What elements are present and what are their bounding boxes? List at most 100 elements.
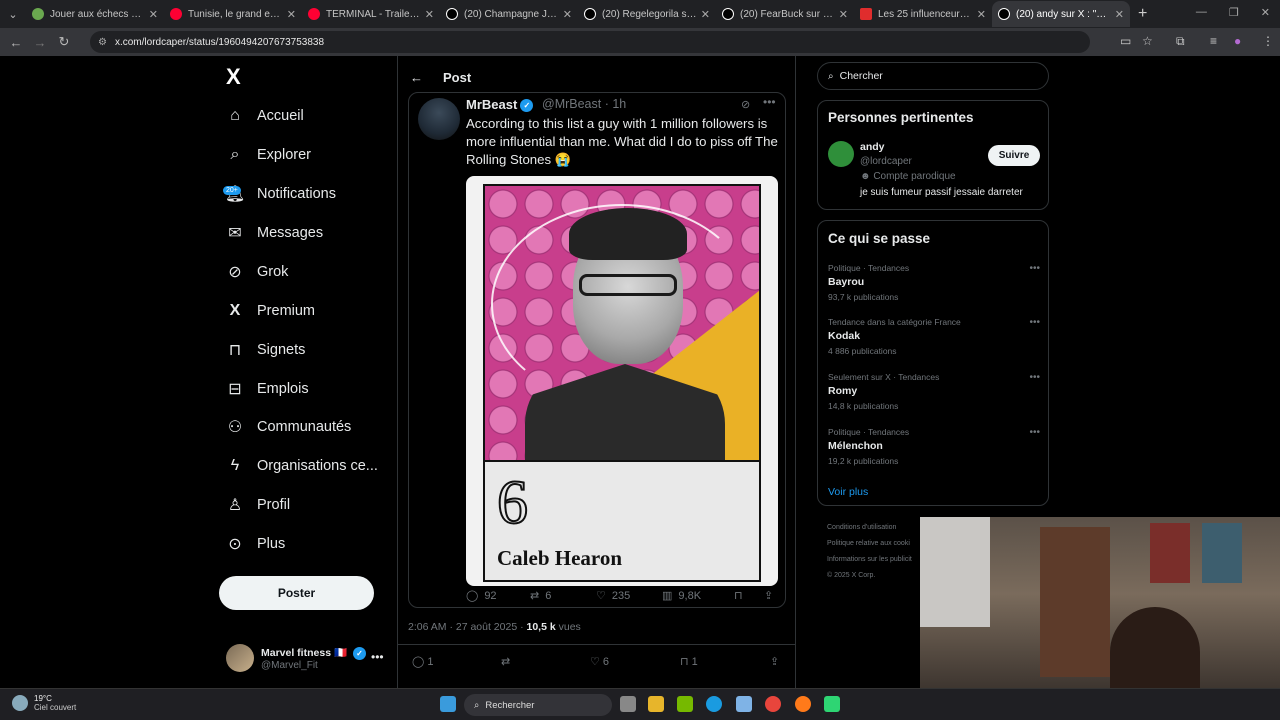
footer-link[interactable]: Conditions d'utilisation — [827, 520, 927, 536]
like-button[interactable]: ♡ 6 — [590, 655, 609, 668]
post-button[interactable]: Poster — [219, 576, 374, 610]
nav-item-grok[interactable]: ⊘ Grok — [226, 257, 288, 287]
nav-item-jobs[interactable]: ⊟ Emplois — [226, 374, 308, 404]
nav-item-profile[interactable]: ♙ Profil — [226, 490, 290, 520]
window-close-icon[interactable]: ✕ — [1261, 6, 1270, 19]
media-control-icon[interactable]: ≡ — [1210, 34, 1217, 48]
tweet[interactable]: MrBeast ✓ @MrBeast · 1h ⊘ ••• According t… — [408, 92, 786, 608]
store-icon[interactable] — [736, 696, 752, 712]
browser-tab[interactable]: Jouer aux échecs en ligne✕ — [26, 1, 164, 27]
trend-item[interactable]: Politique · Tendances Bayrou 93,7 k publ… — [828, 263, 1040, 302]
tweet-author-name[interactable]: MrBeast ✓ — [466, 97, 534, 113]
footer-link[interactable]: Informations sur les publicit — [827, 552, 927, 568]
back-arrow-icon[interactable]: ← — [4, 35, 28, 50]
more-icon[interactable]: ••• — [763, 95, 776, 109]
edge-icon[interactable] — [706, 696, 722, 712]
browser-tab[interactable]: (20) FearBuck sur X : "Top✕ — [716, 1, 854, 27]
search-icon: ⌕ — [230, 146, 240, 163]
tab-favicon-icon — [722, 8, 734, 20]
nav-item-communities[interactable]: ⚇ Communautés — [226, 412, 351, 442]
search-input[interactable]: ⌕ Chercher — [817, 62, 1049, 90]
taskbar-search[interactable]: ⌕ Rechercher — [464, 694, 612, 716]
close-icon[interactable]: ✕ — [563, 8, 572, 21]
app-icon[interactable] — [824, 696, 840, 712]
follow-button[interactable]: Suivre — [988, 145, 1040, 166]
see-more-link[interactable]: Voir plus — [828, 486, 868, 498]
profile-avatar-icon[interactable]: ● — [1234, 34, 1241, 48]
tab-search-icon[interactable]: ⌄ — [0, 0, 26, 28]
close-icon[interactable]: ✕ — [701, 8, 710, 21]
reply-button[interactable]: ◯ 1 — [412, 655, 434, 668]
views-button[interactable]: ▥ 9,8K — [662, 589, 734, 603]
avatar[interactable] — [828, 141, 854, 167]
avatar[interactable] — [418, 98, 460, 140]
share-button[interactable]: ⇪ — [770, 655, 779, 668]
nav-item-notifications[interactable]: 🔔︎20+Notifications — [223, 179, 336, 209]
user-name[interactable]: andy — [860, 141, 885, 153]
browser-tab[interactable]: Les 25 influenceurs et cré✕ — [854, 1, 992, 27]
tweet-author-handle[interactable]: @MrBeast · 1h — [542, 97, 626, 111]
more-icon[interactable]: ••• — [1029, 317, 1040, 328]
more-icon[interactable]: ••• — [1029, 427, 1040, 438]
close-icon[interactable]: ✕ — [1115, 8, 1124, 21]
footer-link[interactable]: Politique relative aux cooki — [827, 536, 927, 552]
user-handle[interactable]: @lordcaper — [860, 156, 912, 167]
tab-favicon-icon — [308, 8, 320, 20]
minimize-icon[interactable]: — — [1196, 6, 1207, 19]
file-explorer-icon[interactable] — [648, 696, 664, 712]
nvidia-icon[interactable] — [677, 696, 693, 712]
trend-item[interactable]: Politique · Tendances Mélenchon 19,2 k p… — [828, 427, 1040, 466]
close-icon[interactable]: ✕ — [425, 8, 434, 21]
install-app-icon[interactable]: ▭ — [1120, 34, 1131, 48]
nav-item-explore[interactable]: ⌕ Explorer — [226, 140, 311, 170]
url-field[interactable]: ⚙ x.com/lordcaper/status/196049420767375… — [90, 31, 1090, 53]
start-icon[interactable] — [440, 696, 456, 712]
section-title: Ce qui se passe — [828, 231, 931, 246]
nav-item-premium[interactable]: X Premium — [226, 296, 315, 326]
browser-menu-icon[interactable]: ⋮ — [1262, 34, 1274, 48]
nav-item-messages[interactable]: ✉ Messages — [226, 218, 323, 248]
browser-tab[interactable]: TERMINAL - Trailer Offici✕ — [302, 1, 440, 27]
more-icon[interactable]: ••• — [1029, 372, 1040, 383]
close-icon[interactable]: ✕ — [287, 8, 296, 21]
browser-tab-active[interactable]: (20) andy sur X : "@regel✕ — [992, 1, 1130, 27]
home-icon: ⌂ — [230, 107, 240, 124]
nav-item-home[interactable]: ⌂ Accueil — [226, 101, 304, 131]
nav-item-more[interactable]: ⊙ Plus — [226, 529, 285, 559]
more-icon[interactable]: ••• — [1029, 263, 1040, 274]
account-switcher[interactable]: Marvel fitness 🇫🇷 ✓ @Marvel_Fit ••• — [226, 644, 386, 676]
browser-tab[interactable]: (20) Regelegorila sur X : "✕ — [578, 1, 716, 27]
trend-item[interactable]: Seulement sur X · Tendances Romy 14,8 k … — [828, 372, 1040, 411]
grok-icon[interactable]: ⊘ — [741, 98, 750, 111]
x-logo-icon[interactable]: X — [226, 64, 241, 90]
reply-button[interactable]: ◯ 92 — [466, 589, 530, 603]
repost-button[interactable]: ⇄ 6 — [530, 589, 596, 603]
browser-tab[interactable]: (20) Champagne Joshi sur✕ — [440, 1, 578, 27]
extensions-icon[interactable]: ⧉ — [1176, 34, 1185, 49]
new-tab-icon[interactable]: + — [1138, 5, 1147, 23]
site-info-icon[interactable]: ⚙ — [98, 37, 107, 48]
firefox-icon[interactable] — [795, 696, 811, 712]
share-button[interactable]: ⇪ — [764, 589, 773, 602]
bookmark-star-icon[interactable]: ☆ — [1142, 34, 1153, 48]
nav-item-organisations[interactable]: ϟ Organisations ce... — [226, 451, 378, 481]
close-icon[interactable]: ✕ — [977, 8, 986, 21]
close-icon[interactable]: ✕ — [149, 8, 158, 21]
forward-arrow-icon[interactable]: → — [28, 35, 52, 50]
browser-tab[interactable]: Tunisie, le grand exode d✕ — [164, 1, 302, 27]
chrome-icon[interactable] — [765, 696, 781, 712]
maximize-icon[interactable]: ❐ — [1229, 6, 1239, 19]
back-arrow-icon[interactable]: ← — [410, 70, 423, 85]
more-icon[interactable]: ••• — [371, 650, 384, 664]
nav-item-bookmarks[interactable]: ⊓ Signets — [226, 335, 306, 365]
task-view-icon[interactable] — [620, 696, 636, 712]
trend-item[interactable]: Tendance dans la catégorie France Kodak … — [828, 317, 1040, 356]
repost-button[interactable]: ⇄ — [501, 655, 510, 668]
close-icon[interactable]: ✕ — [839, 8, 848, 21]
reload-icon[interactable]: ↻ — [52, 34, 76, 50]
weather-widget[interactable]: 19°C Ciel couvert — [12, 694, 76, 712]
like-button[interactable]: ♡ 235 — [596, 589, 662, 603]
bookmark-button[interactable]: ⊓ — [734, 589, 764, 602]
bookmark-button[interactable]: ⊓ 1 — [680, 655, 698, 668]
tweet-image[interactable]: 6 Caleb Hearon — [466, 176, 778, 586]
